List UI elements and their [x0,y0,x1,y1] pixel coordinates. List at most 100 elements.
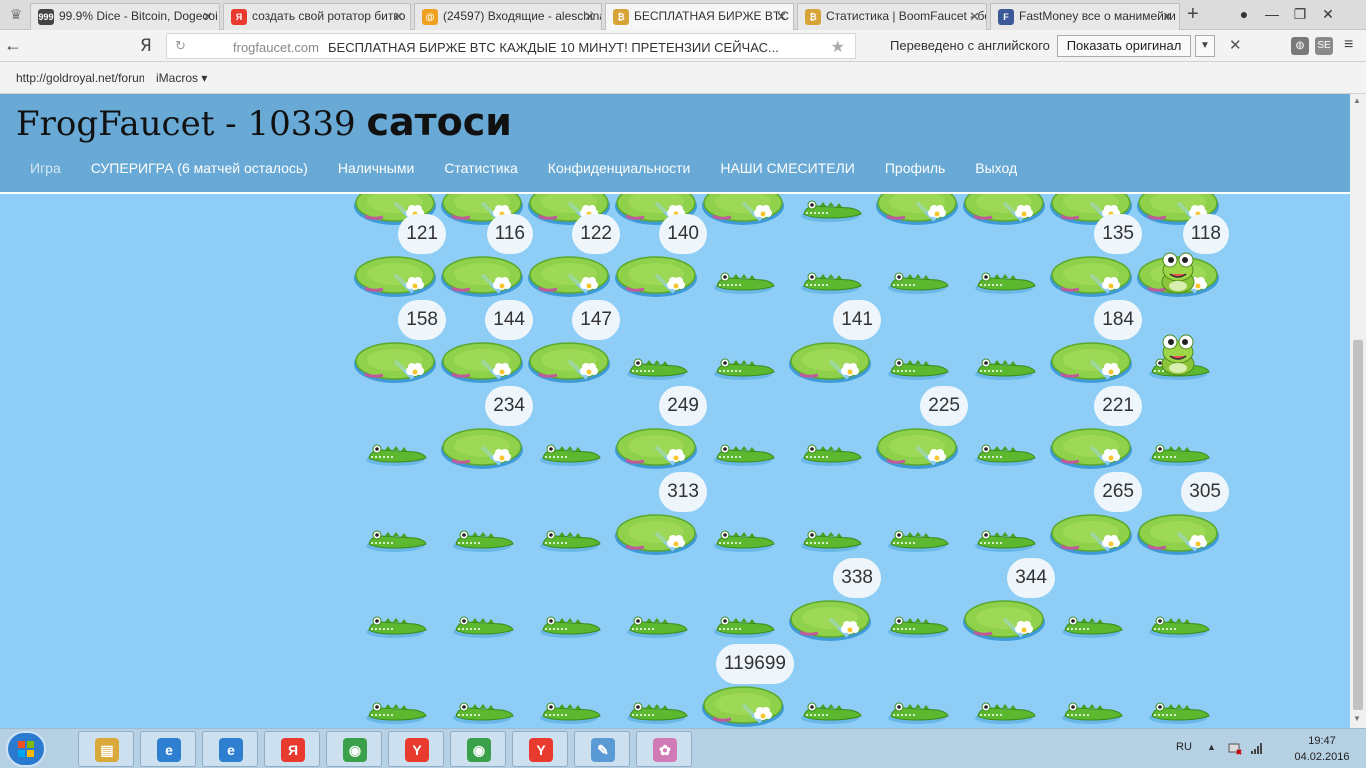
lily-pad-cell[interactable]: 122 [525,214,620,300]
close-icon[interactable]: ✕ [1229,36,1242,54]
lily-pad-cell[interactable]: 144 [438,300,533,386]
crocodile-cell[interactable] [873,644,960,728]
crocodile-cell[interactable] [960,300,1047,386]
crocodile-cell[interactable] [438,644,525,728]
scroll-up-icon[interactable]: ▲ [1353,96,1361,105]
browser-tab[interactable]: @ (24597) Входящие - aleschina ✕ [414,3,602,30]
crocodile-cell[interactable] [525,644,612,728]
lily-pad-cell[interactable]: 313 [612,472,707,558]
crocodile-cell[interactable] [351,472,438,558]
extension-icon[interactable]: SE [1315,37,1333,55]
close-icon[interactable]: ✕ [393,4,404,29]
taskbar-app[interactable]: ◉ [326,731,382,767]
crocodile-cell[interactable] [438,558,525,644]
crocodile-cell[interactable] [612,300,699,386]
menu-icon[interactable]: ≡ [1344,36,1353,54]
nav-item[interactable]: Профиль [885,160,945,176]
crocodile-cell[interactable] [351,386,438,472]
taskbar-app[interactable]: Y [512,731,568,767]
crocodile-cell[interactable] [612,558,699,644]
nav-item[interactable]: НАШИ СМЕСИТЕЛИ [720,160,855,176]
taskbar-app[interactable]: e [202,731,258,767]
minimize-icon[interactable]: — [1262,4,1282,24]
close-icon[interactable]: ✕ [1162,4,1173,29]
bookmark-imacros[interactable]: iMacros ▾ [156,71,207,85]
globe-icon[interactable]: ◍ [1291,37,1309,55]
lily-pad-cell[interactable]: 147 [525,300,620,386]
network-icon[interactable] [1228,741,1242,755]
close-icon[interactable]: ✕ [202,4,213,29]
crocodile-cell[interactable] [1047,558,1134,644]
scroll-thumb[interactable] [1353,340,1363,710]
lily-pad-cell[interactable]: 338 [786,558,881,644]
crocodile-cell[interactable] [351,558,438,644]
yandex-button[interactable]: Я [140,36,152,56]
bookmark-star-icon[interactable]: ★ [831,37,845,57]
crocodile-cell[interactable] [873,300,960,386]
crocodile-cell[interactable] [351,644,438,728]
crocodile-cell[interactable] [612,644,699,728]
close-icon[interactable]: ✕ [969,4,980,29]
scrollbar[interactable]: ▲ ▼ [1350,94,1366,728]
new-tab-button[interactable]: + [1187,4,1199,24]
bookmark-goldroyal[interactable]: http://goldroyal.net/forum [16,71,144,85]
clock-date[interactable]: 04.02.2016 [1290,751,1354,763]
clock-time[interactable]: 19:47 [1290,735,1354,747]
crocodile-cell[interactable] [1134,300,1221,386]
lily-pad-cell[interactable]: 225 [873,386,968,472]
crocodile-cell[interactable] [960,472,1047,558]
browser-tab[interactable]: F FastMoney все о манимейки ✕ [990,3,1180,30]
language-indicator[interactable]: RU [1176,741,1192,753]
lily-pad-cell[interactable]: 305 [1134,472,1229,558]
scroll-down-icon[interactable]: ▼ [1353,714,1361,723]
taskbar-app[interactable]: e [140,731,196,767]
crocodile-cell[interactable] [786,644,873,728]
lily-pad-cell[interactable]: 158 [351,300,446,386]
browser-tab[interactable]: 999 99.9% Dice - Bitcoin, Dogecoi ✕ [30,3,220,30]
url-field[interactable]: ↻ frogfaucet.com БЕСПЛАТНАЯ БИРЖЕ BTC КА… [166,33,856,59]
lily-pad-cell[interactable]: 135 [1047,214,1142,300]
chevron-down-icon[interactable]: ▼ [1195,35,1215,57]
browser-tab[interactable]: ₿ БЕСПЛАТНАЯ БИРЖЕ BTC ✕ [605,3,794,31]
crocodile-cell[interactable] [1134,386,1221,472]
lily-pad-cell[interactable]: 249 [612,386,707,472]
back-arrow-icon[interactable]: ← [4,35,22,56]
crocodile-cell[interactable] [525,472,612,558]
user-icon[interactable]: ● [1234,4,1254,24]
crocodile-cell[interactable] [699,558,786,644]
lily-pad-cell[interactable]: 221 [1047,386,1142,472]
crocodile-cell[interactable] [873,214,960,300]
taskbar-app[interactable]: ▤ [78,731,134,767]
lily-pad-cell[interactable]: 184 [1047,300,1142,386]
taskbar-app[interactable]: ✎ [574,731,630,767]
start-button[interactable] [6,731,46,767]
crocodile-cell[interactable] [960,214,1047,300]
crocodile-cell[interactable] [699,386,786,472]
nav-item[interactable]: Выход [975,160,1017,176]
taskbar-app[interactable]: ✿ [636,731,692,767]
taskbar-app[interactable]: ◉ [450,731,506,767]
browser-tab[interactable]: Ясоздать свой ротатор битко ✕ [223,3,411,30]
crocodile-cell[interactable] [960,644,1047,728]
crown-icon[interactable]: ♛ [6,6,26,22]
crocodile-cell[interactable] [699,472,786,558]
crocodile-cell[interactable] [525,558,612,644]
nav-item[interactable]: СУПЕРИГРА (6 матчей осталось) [91,160,308,176]
lily-pad-cell[interactable]: 140 [612,214,707,300]
lily-pad-cell[interactable]: 118 [1134,214,1229,300]
lily-pad-cell[interactable]: 234 [438,386,533,472]
signal-icon[interactable] [1250,741,1264,755]
crocodile-cell[interactable] [873,472,960,558]
browser-tab[interactable]: ₿ Статистика | BoomFaucet - бе ✕ [797,3,987,30]
close-window-icon[interactable]: ✕ [1318,4,1338,24]
lily-pad-cell[interactable]: 119699 [699,644,794,728]
taskbar-app[interactable]: Y [388,731,444,767]
crocodile-cell[interactable] [786,472,873,558]
taskbar-app[interactable]: Я [264,731,320,767]
nav-item[interactable]: Игра [30,160,61,176]
nav-item[interactable]: Наличными [338,160,414,176]
crocodile-cell[interactable] [699,214,786,300]
lily-pad-cell[interactable]: 265 [1047,472,1142,558]
close-icon[interactable]: ✕ [776,4,787,29]
crocodile-cell[interactable] [960,386,1047,472]
